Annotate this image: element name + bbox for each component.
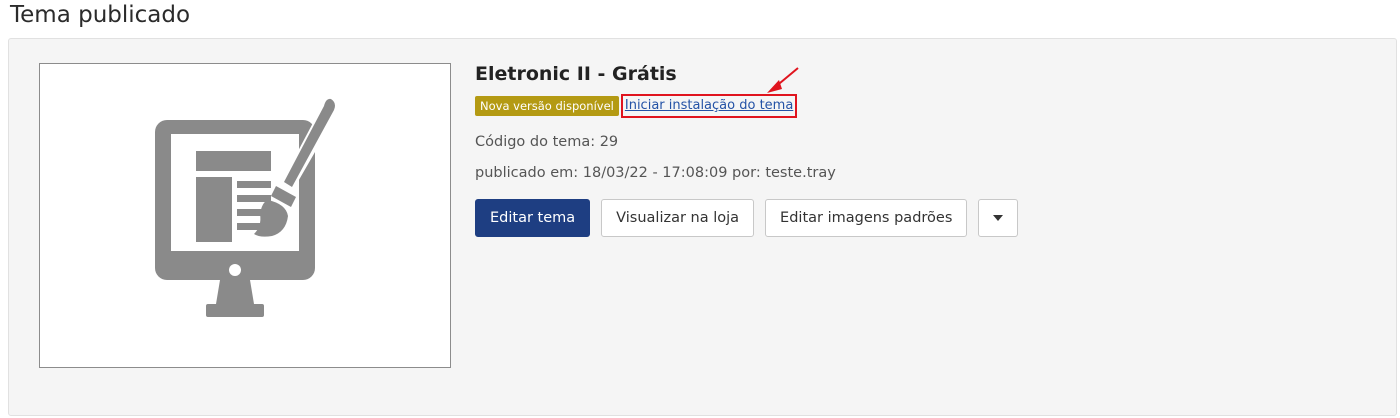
theme-info: Eletronic II - Grátis Nova versão dispon… <box>475 61 1019 237</box>
start-install-link[interactable]: Iniciar instalação do tema <box>620 94 798 118</box>
theme-code: Código do tema: 29 <box>475 134 619 150</box>
theme-status-row: Nova versão disponível Iniciar instalaçã… <box>475 94 1018 118</box>
view-in-store-button[interactable]: Visualizar na loja <box>601 199 755 237</box>
edit-theme-button[interactable]: Editar tema <box>475 199 591 237</box>
theme-editor-monitor-brush-icon <box>155 95 340 317</box>
published-theme-panel: Eletronic II - Grátis Nova versão dispon… <box>8 38 1397 416</box>
theme-name: Eletronic II - Grátis <box>475 63 677 85</box>
more-actions-dropdown-button[interactable] <box>978 199 1019 237</box>
page-title: Tema publicado <box>10 2 191 28</box>
caret-down-icon <box>993 215 1004 221</box>
theme-thumbnail <box>39 63 451 368</box>
edit-default-images-button[interactable]: Editar imagens padrões <box>765 199 968 237</box>
theme-actions: Editar tema Visualizar na loja Editar im… <box>475 199 1019 237</box>
published-info: publicado em: 18/03/22 - 17:08:09 por: t… <box>475 165 836 181</box>
new-version-badge: Nova versão disponível <box>475 96 619 116</box>
